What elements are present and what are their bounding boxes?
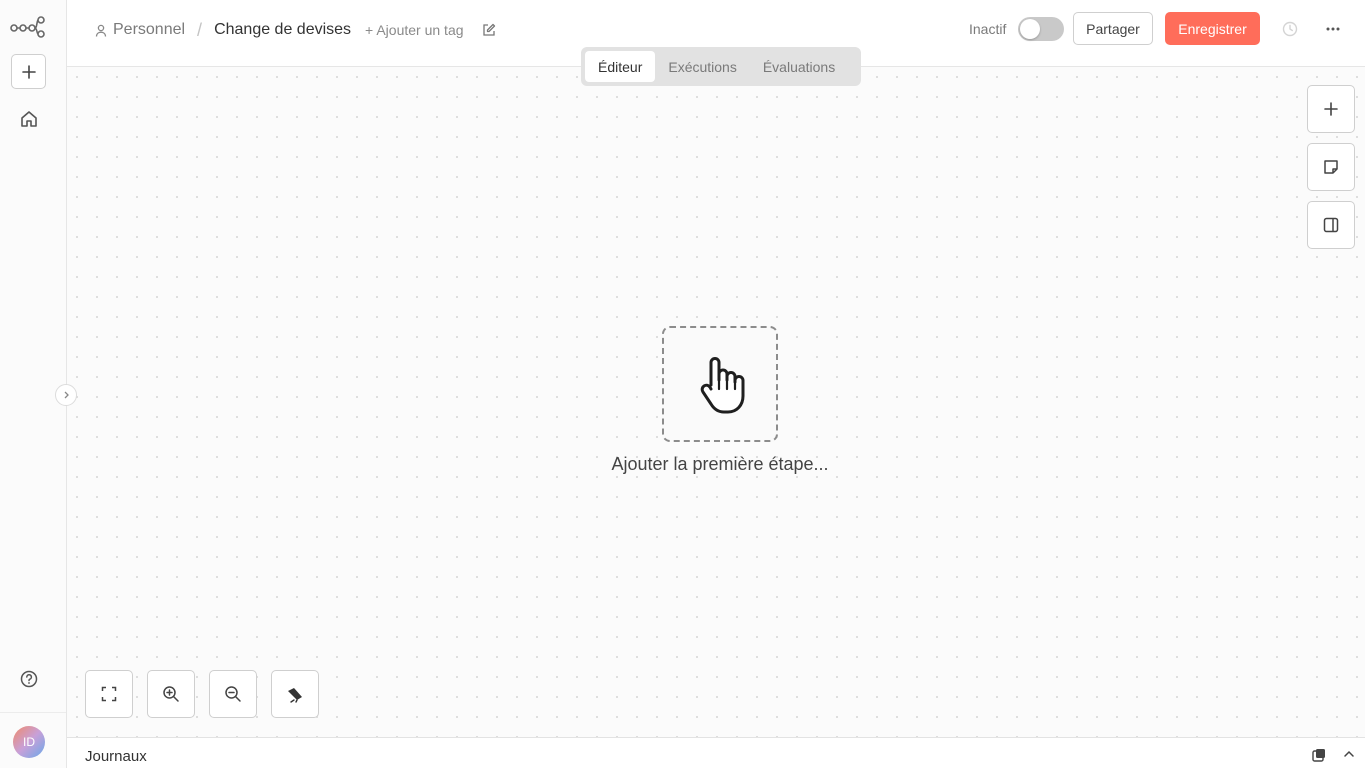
add-sticky-note-button[interactable] (1307, 143, 1355, 191)
workflow-canvas[interactable]: Ajouter la première étape... (67, 67, 1365, 737)
sidebar-divider (0, 712, 66, 713)
edit-note-icon (482, 23, 495, 36)
add-first-step-button[interactable] (662, 326, 778, 442)
zoom-out-icon (225, 686, 241, 702)
tidy-up-icon (288, 688, 302, 703)
sticky-note-icon (1324, 160, 1338, 174)
breadcrumb-separator: / (197, 19, 203, 40)
side-panel-icon (1323, 217, 1339, 233)
view-tabs: Éditeur Exécutions Évaluations (581, 47, 861, 86)
open-nodes-panel-button[interactable] (1307, 85, 1355, 133)
zoom-out-button[interactable] (209, 670, 257, 718)
active-toggle[interactable] (1018, 17, 1064, 41)
tab-executions[interactable]: Exécutions (655, 51, 749, 82)
save-button[interactable]: Enregistrer (1165, 12, 1260, 45)
project-name: Personnel (113, 21, 186, 38)
project-link[interactable]: Personnel (95, 21, 185, 39)
toggle-knob (1020, 19, 1040, 39)
breadcrumb: Personnel / Change de devises + Ajouter … (95, 19, 496, 41)
tab-evaluations[interactable]: Évaluations (750, 51, 848, 82)
plus-icon (21, 64, 36, 79)
app-root: ID Personnel / Change de devises + Ajout… (0, 0, 1365, 768)
fit-view-button[interactable] (85, 670, 133, 718)
avatar[interactable]: ID (13, 726, 45, 758)
ellipsis-icon (1326, 27, 1340, 31)
plus-icon (1324, 102, 1338, 116)
share-button[interactable]: Partager (1073, 12, 1153, 45)
fit-view-icon (101, 686, 117, 702)
workflow-title[interactable]: Change de devises (214, 21, 351, 39)
add-button[interactable] (11, 54, 46, 89)
history-icon[interactable] (1281, 20, 1299, 38)
add-first-step-label: Ajouter la première étape... (611, 454, 829, 474)
zoom-in-button[interactable] (147, 670, 195, 718)
pointing-hand-icon (700, 357, 745, 414)
zoom-in-icon (163, 686, 179, 702)
more-options-button[interactable] (1322, 20, 1344, 38)
add-tag-button[interactable]: + Ajouter un tag (365, 22, 463, 38)
logs-panel-bar[interactable]: Journaux (67, 737, 1365, 768)
help-button[interactable] (17, 667, 41, 691)
home-button[interactable] (17, 107, 41, 131)
logs-label: Journaux (85, 748, 147, 765)
chevron-up-icon[interactable] (1343, 748, 1355, 760)
left-sidebar: ID (0, 0, 67, 768)
status-label: Inactif (969, 21, 1007, 37)
tab-editor[interactable]: Éditeur (585, 51, 656, 82)
help-circle-icon (20, 670, 38, 688)
chevron-right-icon (64, 391, 69, 399)
home-icon (21, 111, 37, 127)
edit-description-button[interactable] (482, 23, 496, 37)
user-icon (95, 24, 107, 37)
avatar-initials: ID (23, 735, 35, 749)
n8n-logo-icon[interactable] (10, 14, 46, 38)
pop-out-icon[interactable] (1312, 748, 1326, 762)
toggle-side-panel-button[interactable] (1307, 201, 1355, 249)
sidebar-expand-button[interactable] (55, 384, 77, 406)
tidy-up-button[interactable] (271, 670, 319, 718)
